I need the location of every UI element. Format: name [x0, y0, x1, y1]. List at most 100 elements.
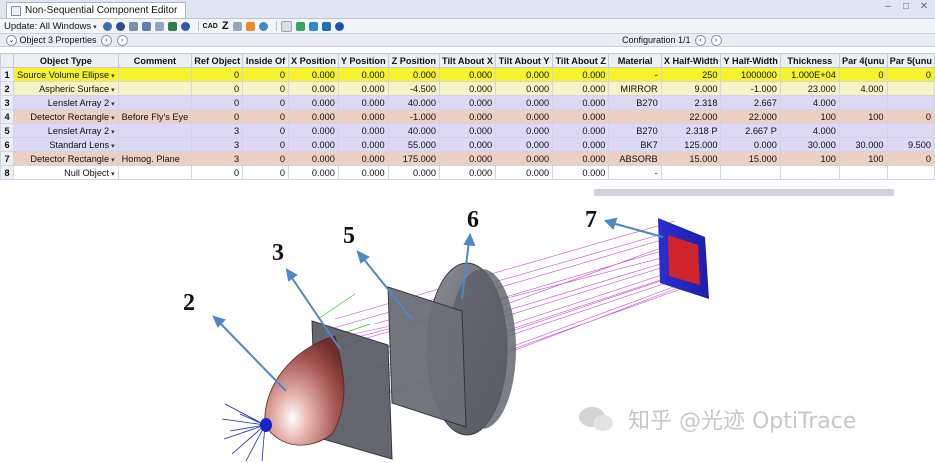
- table-cell[interactable]: 0.000: [552, 151, 610, 166]
- table-cell[interactable]: 55.000: [387, 137, 441, 152]
- table-cell[interactable]: 0.000: [287, 123, 339, 138]
- table-cell[interactable]: 4.000: [779, 95, 840, 110]
- table-cell[interactable]: [838, 165, 888, 180]
- table-cell[interactable]: [838, 95, 888, 110]
- viewer-icon[interactable]: [167, 21, 177, 31]
- table-cell[interactable]: 22.000: [720, 109, 781, 124]
- table-cell[interactable]: 2.667 P: [720, 123, 781, 138]
- comment-cell[interactable]: [117, 123, 193, 138]
- table-row[interactable]: 6 Standard Lens ▾ 3 0 0.000 0.000 55.000 0.000 0.…: [0, 137, 935, 152]
- table-cell[interactable]: 250: [660, 67, 722, 82]
- table-cell[interactable]: 9.500: [886, 137, 935, 152]
- row-number[interactable]: 4: [0, 109, 15, 124]
- prev-config-icon[interactable]: ‹: [695, 35, 707, 47]
- swap-icon[interactable]: [295, 21, 305, 31]
- column-header[interactable]: Y Half-Width: [720, 53, 781, 68]
- reverse-icon[interactable]: [258, 21, 268, 31]
- table-cell[interactable]: 30.000: [779, 137, 840, 152]
- settings-icon[interactable]: [128, 21, 138, 31]
- minimize-icon[interactable]: –: [883, 2, 893, 12]
- refresh-icon[interactable]: [102, 21, 112, 31]
- row-number[interactable]: 2: [0, 81, 15, 96]
- table-cell[interactable]: 4.000: [838, 81, 888, 96]
- table-cell[interactable]: 9.000: [660, 81, 722, 96]
- table-cell[interactable]: 40.000: [387, 95, 441, 110]
- table-row[interactable]: 7 Detector Rectangle ▾ Homog. Plane 3 0 0.000 0…: [0, 151, 935, 166]
- next-config-icon[interactable]: ›: [710, 35, 722, 47]
- table-cell[interactable]: 0.000: [495, 109, 554, 124]
- table-cell[interactable]: 15.000: [720, 151, 781, 166]
- object-type-cell[interactable]: Aspheric Surface ▾: [13, 81, 119, 96]
- table-cell[interactable]: 0: [242, 137, 289, 152]
- table-cell[interactable]: 0.000: [552, 123, 610, 138]
- table-cell[interactable]: BK7: [608, 137, 662, 152]
- table-cell[interactable]: 0.000: [337, 137, 389, 152]
- table-cell[interactable]: 0.000: [439, 151, 497, 166]
- table-cell[interactable]: 0.000: [337, 95, 389, 110]
- row-number[interactable]: 8: [0, 165, 15, 180]
- column-header[interactable]: Tilt About Z: [552, 53, 610, 68]
- refresh-all-icon[interactable]: [115, 21, 125, 31]
- table-cell[interactable]: 2.667: [720, 95, 781, 110]
- object-type-cell[interactable]: Detector Rectangle ▾: [13, 151, 119, 166]
- table-cell[interactable]: 0.000: [287, 95, 339, 110]
- table-cell[interactable]: 0: [242, 123, 289, 138]
- comment-cell[interactable]: [117, 165, 193, 180]
- chevron-down-icon[interactable]: ▾: [111, 157, 115, 164]
- table-cell[interactable]: 3: [191, 137, 244, 152]
- table-cell[interactable]: 2.318 P: [660, 123, 722, 138]
- table-cell[interactable]: 0.000: [552, 165, 610, 180]
- table-cell[interactable]: 0.000: [495, 151, 554, 166]
- table-cell[interactable]: 0.000: [337, 151, 389, 166]
- horizontal-scrollbar[interactable]: [594, 189, 894, 196]
- table-cell[interactable]: 0.000: [287, 165, 339, 180]
- table-cell[interactable]: 0.000: [287, 151, 339, 166]
- table-cell[interactable]: 0: [191, 81, 244, 96]
- table-cell[interactable]: [886, 165, 935, 180]
- chevron-down-icon[interactable]: ▾: [111, 87, 115, 94]
- table-row[interactable]: 5 Lenslet Array 2 ▾ 3 0 0.000 0.000 40.000 0.000…: [0, 123, 935, 138]
- help-icon[interactable]: [334, 21, 344, 31]
- table-cell[interactable]: B270: [608, 123, 662, 138]
- table-cell[interactable]: -: [608, 165, 662, 180]
- table-cell[interactable]: -1.000: [387, 109, 441, 124]
- table-cell[interactable]: B270: [608, 95, 662, 110]
- table-cell[interactable]: [886, 95, 935, 110]
- table-cell[interactable]: 15.000: [660, 151, 722, 166]
- chevron-down-icon[interactable]: ▾: [111, 101, 115, 108]
- table-cell[interactable]: 0.000: [287, 67, 339, 82]
- table-cell[interactable]: -: [608, 67, 662, 82]
- table-cell[interactable]: 0: [838, 67, 888, 82]
- table-cell[interactable]: 0.000: [337, 109, 389, 124]
- comment-cell[interactable]: [117, 81, 193, 96]
- table-cell[interactable]: [660, 165, 722, 180]
- column-header[interactable]: Comment: [117, 53, 193, 68]
- table-cell[interactable]: 0: [886, 151, 935, 166]
- page-icon[interactable]: [280, 20, 292, 32]
- table-cell[interactable]: 0.000: [552, 67, 610, 82]
- table-cell[interactable]: 100: [838, 151, 888, 166]
- object-type-cell[interactable]: Null Object ▾: [13, 165, 119, 180]
- column-header[interactable]: Tilt About X: [439, 53, 497, 68]
- row-number[interactable]: 5: [0, 123, 15, 138]
- table-cell[interactable]: 0.000: [552, 81, 610, 96]
- table-row[interactable]: 4 Detector Rectangle ▾ Before Fly's Eye 0 0 0.…: [0, 109, 935, 124]
- comment-cell[interactable]: [117, 95, 193, 110]
- prev-object-icon[interactable]: ‹: [101, 35, 113, 47]
- close-icon[interactable]: ✕: [919, 2, 929, 12]
- table-cell[interactable]: 0.000: [387, 67, 441, 82]
- table-cell[interactable]: 0.000: [439, 137, 497, 152]
- table-cell[interactable]: 0.000: [720, 137, 781, 152]
- row-number[interactable]: 1: [0, 67, 15, 82]
- chevron-down-icon[interactable]: ▾: [111, 115, 115, 122]
- table-cell[interactable]: 0.000: [495, 67, 554, 82]
- row-number[interactable]: 6: [0, 137, 15, 152]
- table-cell[interactable]: 0: [242, 151, 289, 166]
- table-row[interactable]: 3 Lenslet Array 2 ▾ 0 0 0.000 0.000 40.000 0.000…: [0, 95, 935, 110]
- table-cell[interactable]: [886, 81, 935, 96]
- table-cell[interactable]: 0.000: [552, 137, 610, 152]
- table-cell[interactable]: 125.000: [660, 137, 722, 152]
- table-cell[interactable]: 0: [242, 81, 289, 96]
- object-type-cell[interactable]: Source Volume Ellipse ▾: [13, 67, 119, 82]
- table-cell[interactable]: 0: [191, 95, 244, 110]
